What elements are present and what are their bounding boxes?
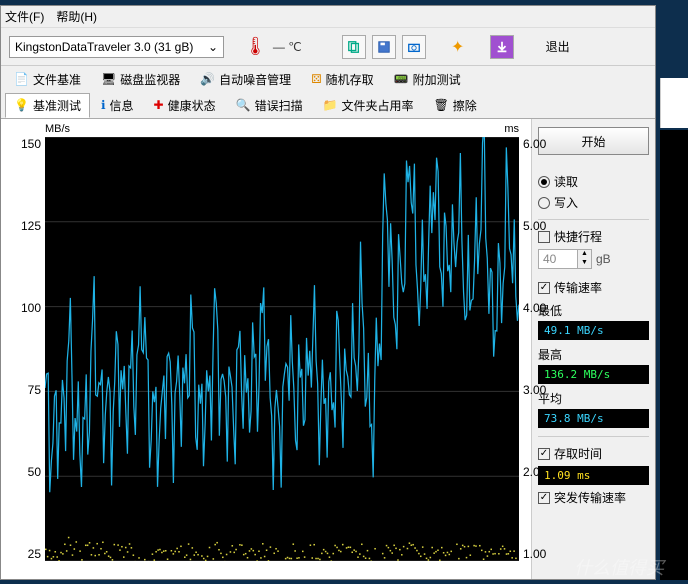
trash-icon: 🗑 xyxy=(434,98,449,112)
device-name: KingstonDataTraveler 3.0 (31 gB) xyxy=(15,40,193,54)
spin-up[interactable]: ▲ xyxy=(577,250,591,259)
tab-erase[interactable]: 🗑擦除 xyxy=(425,93,486,118)
min-label: 最低 xyxy=(538,302,649,319)
thermometer-icon: 🌡 xyxy=(244,36,267,57)
y-axis-left-label: MB/s xyxy=(45,123,70,135)
tab-folder-usage[interactable]: 📁文件夹占用率 xyxy=(314,93,423,118)
chart-area: MB/s ms 150125100755025 6.005.004.003.00… xyxy=(1,119,531,579)
folder-icon: 📁 xyxy=(323,98,338,112)
radio-write[interactable]: 写入 xyxy=(538,194,649,211)
tab-benchmark[interactable]: 💡基准测试 xyxy=(5,93,90,118)
menu-help[interactable]: 帮助(H) xyxy=(56,8,97,25)
search-icon: 🔍 xyxy=(236,98,251,112)
tab-random-access[interactable]: ⚄随机存取 xyxy=(302,67,382,92)
avg-label: 平均 xyxy=(538,390,649,407)
y-axis-right-label: ms xyxy=(504,123,519,135)
speaker-icon: 🔊 xyxy=(200,72,215,86)
monitor-icon: 🖥 xyxy=(101,72,116,86)
checkbox-burst-rate[interactable]: 突发传输速率 xyxy=(538,489,649,506)
max-label: 最高 xyxy=(538,346,649,363)
menubar: 文件(F) 帮助(H) xyxy=(1,6,655,28)
copy-button[interactable] xyxy=(342,35,366,59)
info-icon: ℹ xyxy=(101,98,106,112)
file-icon: 📄 xyxy=(14,72,29,86)
tab-health[interactable]: ✚健康状态 xyxy=(145,93,225,118)
toolbar: KingstonDataTraveler 3.0 (31 gB) ⌄ 🌡 — ℃… xyxy=(1,28,655,66)
chevron-down-icon: ⌄ xyxy=(208,40,218,54)
health-icon: ✚ xyxy=(154,98,164,112)
avg-value: 73.8 MB/s xyxy=(538,409,649,428)
spin-down[interactable]: ▼ xyxy=(577,259,591,268)
tab-aam[interactable]: 🔊自动噪音管理 xyxy=(191,67,300,92)
tabs-row-2: 💡基准测试 ℹ信息 ✚健康状态 🔍错误扫描 📁文件夹占用率 🗑擦除 xyxy=(1,92,655,118)
options-button[interactable]: ✦ xyxy=(446,35,470,59)
tab-file-benchmark[interactable]: 📄文件基准 xyxy=(5,67,90,92)
bulb-icon: 💡 xyxy=(14,98,29,112)
tabs-row-1: 📄文件基准 🖥磁盘监视器 🔊自动噪音管理 ⚄随机存取 📟附加测试 xyxy=(1,66,655,92)
y-axis-right: 6.005.004.003.002.001.00 xyxy=(523,137,551,561)
menu-file[interactable]: 文件(F) xyxy=(5,8,44,25)
screenshot-button[interactable] xyxy=(402,35,426,59)
benchmark-plot xyxy=(45,137,519,561)
tab-error-scan[interactable]: 🔍错误扫描 xyxy=(227,93,312,118)
temperature-value: — ℃ xyxy=(273,40,302,54)
min-value: 49.1 MB/s xyxy=(538,321,649,340)
short-stroke-size: 40▲▼ gB xyxy=(538,249,649,269)
content-area: MB/s ms 150125100755025 6.005.004.003.00… xyxy=(1,118,655,579)
access-value: 1.09 ms xyxy=(538,466,649,485)
download-button[interactable] xyxy=(490,35,514,59)
calc-icon: 📟 xyxy=(394,72,409,86)
y-axis-left: 150125100755025 xyxy=(9,137,41,561)
device-select[interactable]: KingstonDataTraveler 3.0 (31 gB) ⌄ xyxy=(9,36,224,58)
tab-disk-monitor[interactable]: 🖥磁盘监视器 xyxy=(92,67,189,92)
checkbox-short-stroke[interactable]: 快捷行程 xyxy=(538,228,649,245)
start-button[interactable]: 开始 xyxy=(538,127,649,155)
max-value: 136.2 MB/s xyxy=(538,365,649,384)
radio-read[interactable]: 读取 xyxy=(538,173,649,190)
checkbox-transfer-rate[interactable]: 传输速率 xyxy=(538,279,649,296)
checkbox-access-time[interactable]: 存取时间 xyxy=(538,445,649,462)
exit-button[interactable]: 退出 xyxy=(542,36,574,57)
tab-extra-tests[interactable]: 📟附加测试 xyxy=(385,67,470,92)
tab-info[interactable]: ℹ信息 xyxy=(92,93,143,118)
save-button[interactable] xyxy=(372,35,396,59)
dice-icon: ⚄ xyxy=(311,72,321,86)
main-window: 文件(F) 帮助(H) KingstonDataTraveler 3.0 (31… xyxy=(0,5,656,580)
unit-label: gB xyxy=(596,252,611,266)
